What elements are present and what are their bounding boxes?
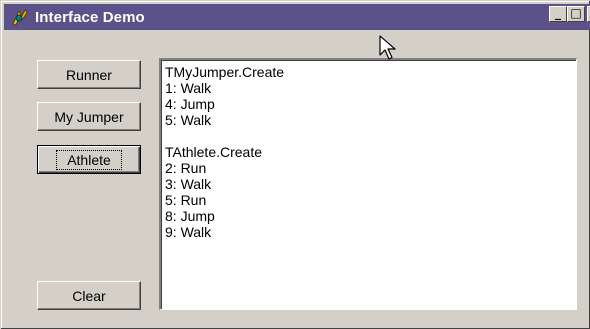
clear-button-label: Clear [72, 287, 106, 304]
maximize-button[interactable]: □ [567, 6, 585, 22]
minimize-button[interactable]: _ [549, 6, 567, 22]
memo-line: 1: Walk [165, 80, 212, 96]
memo-line: 9: Walk [165, 224, 212, 240]
memo-line: 5: Walk [165, 112, 212, 128]
memo-line: 8: Jump [165, 208, 215, 224]
my-jumper-button[interactable]: My Jumper [37, 102, 141, 131]
runner-button[interactable]: Runner [37, 60, 141, 89]
mouse-pointer-icon [379, 35, 396, 60]
memo-line [165, 128, 572, 144]
app-icon[interactable] [10, 7, 30, 27]
memo-line: TMyJumper.Create [165, 64, 285, 80]
clear-button[interactable]: Clear [37, 281, 141, 310]
athlete-button[interactable]: Athlete [37, 145, 141, 174]
athlete-button-label: Athlete [56, 149, 122, 170]
memo-line: 5: Run [165, 192, 207, 208]
my-jumper-button-label: My Jumper [54, 108, 124, 125]
title-bar[interactable]: Interface Demo [4, 4, 590, 30]
memo-line: TAthlete.Create [165, 144, 263, 160]
memo-line: 2: Run [165, 160, 207, 176]
memo-line: 3: Walk [165, 176, 212, 192]
memo-line: 4: Jump [165, 96, 215, 112]
output-memo[interactable]: TMyJumper.Create 1: Walk 4: Jump 5: Walk… [159, 58, 577, 310]
app-window: Interface Demo _ □ × Runner My Jumper At… [0, 0, 590, 329]
runner-button-label: Runner [66, 66, 112, 83]
window-title: Interface Demo [35, 8, 145, 26]
